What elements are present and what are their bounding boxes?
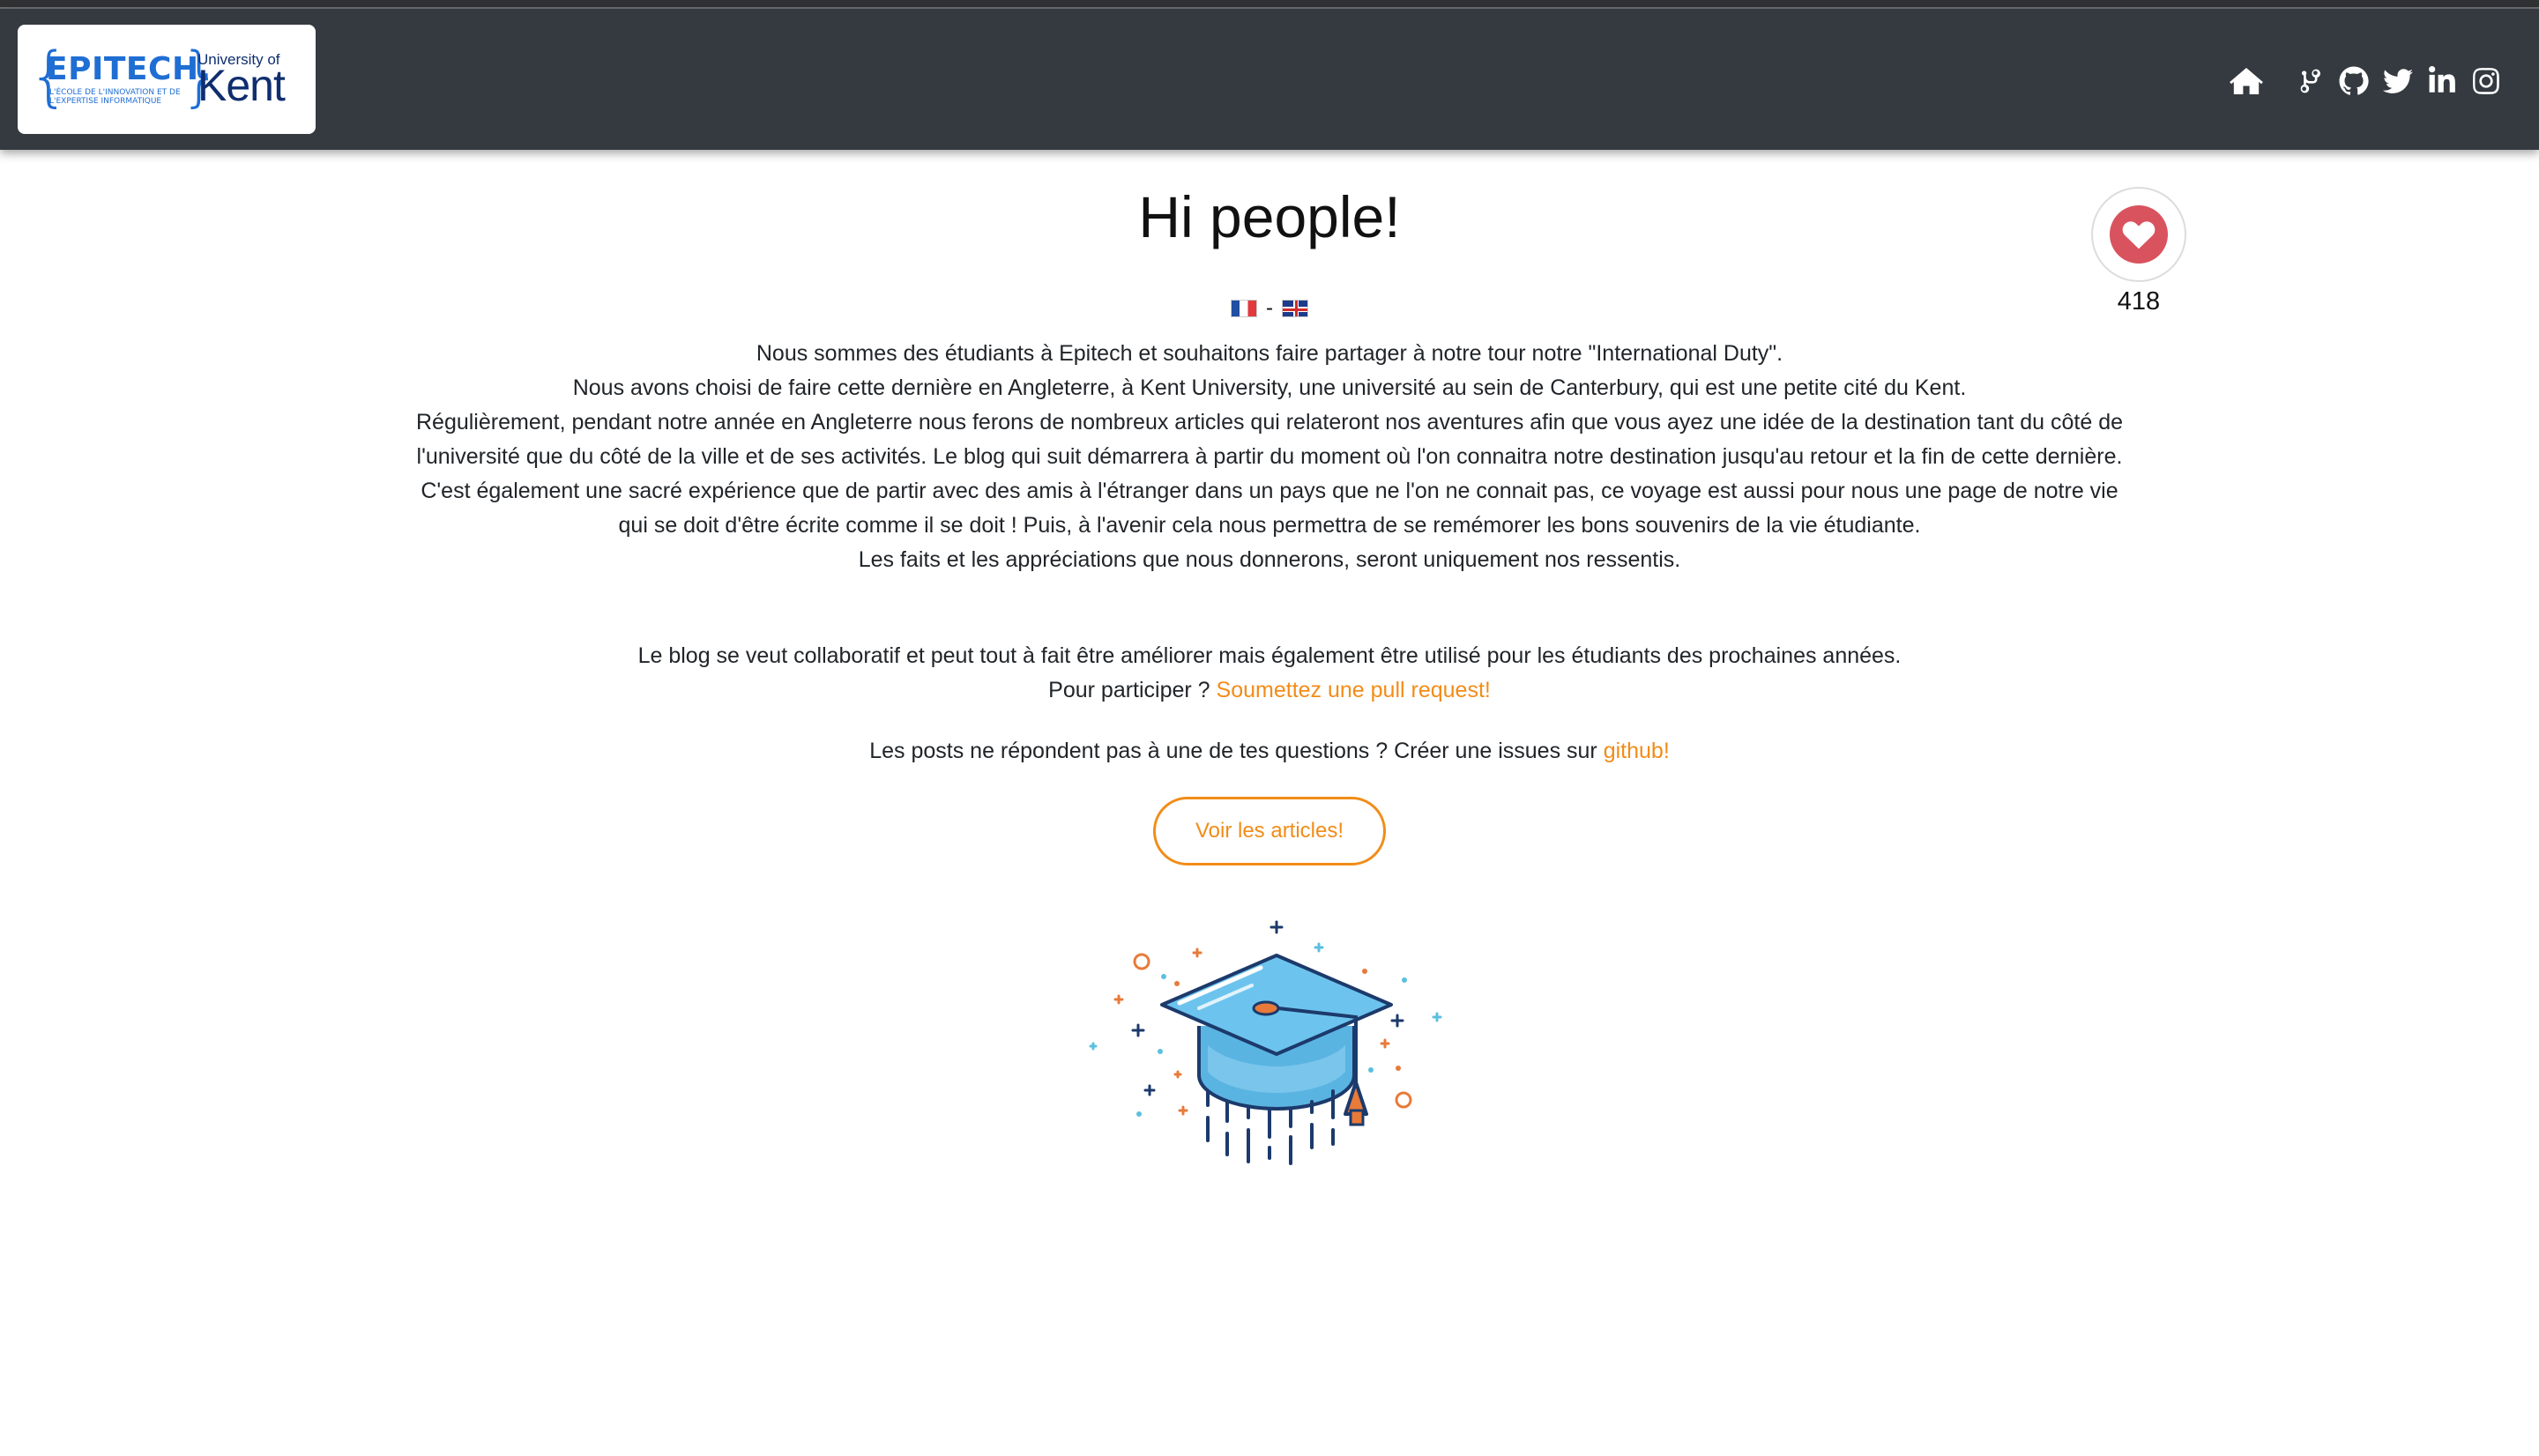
intro-line: Les faits et les appréciations que nous …: [858, 547, 1681, 572]
intro-line: Nous sommes des étudiants à Epitech et s…: [756, 341, 1783, 366]
intro-line: Nous avons choisi de faire cette dernièr…: [572, 375, 1967, 400]
heart-icon: [2122, 221, 2156, 249]
flag-en-icon[interactable]: [1282, 300, 1309, 317]
graduation-cap-illustration: [1089, 920, 1442, 1165]
epitech-logo: { EPITECH. L'ÉCOLE DE L'INNOVATION ET DE…: [28, 39, 222, 115]
language-switcher: -: [0, 296, 2539, 320]
like-button[interactable]: [2091, 187, 2186, 282]
kent-logo-large: Kent: [197, 61, 286, 110]
linkedin-icon[interactable]: [2424, 63, 2460, 99]
intro-line: Régulièrement, pendant notre année en An…: [415, 410, 2123, 469]
epitech-logo-tagline: L'ÉCOLE DE L'INNOVATION ET DE L'EXPERTIS…: [49, 88, 181, 106]
home-icon[interactable]: [2229, 63, 2264, 99]
logo-link[interactable]: { EPITECH. L'ÉCOLE DE L'INNOVATION ET DE…: [18, 25, 316, 134]
participate-line: Pour participer ? Soumettez une pull req…: [1048, 678, 1491, 702]
see-articles-button[interactable]: Voir les articles!: [1153, 797, 1386, 865]
github-link[interactable]: github!: [1604, 739, 1670, 763]
pull-request-link[interactable]: Soumettez une pull request!: [1217, 678, 1491, 702]
window-top-border: [0, 0, 2539, 9]
flag-separator: -: [1266, 296, 1273, 320]
issues-text: Les posts ne répondent pas à une de tes …: [869, 739, 1670, 763]
flag-fr-icon[interactable]: [1230, 300, 1257, 317]
git-branch-icon[interactable]: [2292, 63, 2327, 99]
github-icon[interactable]: [2336, 63, 2371, 99]
collab-text: Le blog se veut collaboratif et peut tou…: [414, 639, 2125, 708]
navbar: { EPITECH. L'ÉCOLE DE L'INNOVATION ET DE…: [0, 9, 2539, 150]
collab-line: Le blog se veut collaboratif et peut tou…: [637, 643, 1902, 668]
intro-line: C'est également une sacré expérience que…: [421, 479, 2118, 538]
nav-social-icons: [2220, 63, 2504, 99]
instagram-icon[interactable]: [2468, 63, 2504, 99]
intro-text: Nous sommes des étudiants à Epitech et s…: [414, 337, 2125, 577]
kent-logo: University of Kent: [197, 51, 307, 113]
twitter-icon[interactable]: [2380, 63, 2416, 99]
